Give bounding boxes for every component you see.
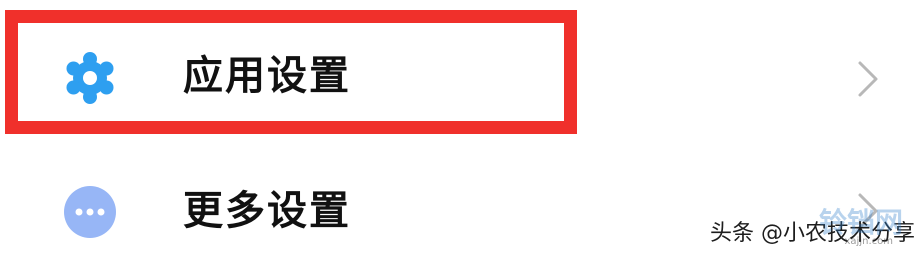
watermark-logo-text: 铃铛网 (818, 206, 903, 239)
settings-item-label: 更多设置 (183, 188, 351, 234)
watermark-logo: 铃铛网 xajjn.com (795, 199, 915, 247)
watermark: 铃铛网 xajjn.com 头条 @小农技术分享 (710, 206, 915, 251)
chevron-right-icon (852, 59, 882, 99)
watermark-logo-url: xajjn.com (844, 236, 893, 247)
settings-item-label: 应用设置 (183, 53, 351, 99)
settings-item-app-settings[interactable]: 应用设置 (0, 10, 923, 128)
gear-icon (64, 52, 116, 104)
more-dots-icon (64, 186, 116, 238)
